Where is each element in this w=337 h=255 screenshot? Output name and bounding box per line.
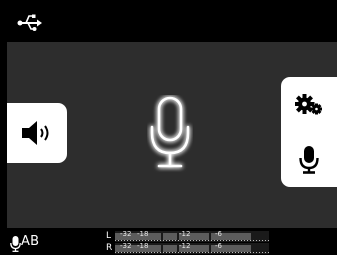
meter-tick: -6 <box>215 230 222 238</box>
meter-tick: -12 <box>179 230 191 238</box>
speaker-volume-icon <box>22 121 49 145</box>
microphone-icon <box>10 236 21 252</box>
right-panel <box>281 77 337 187</box>
usb-icon[interactable] <box>17 10 43 36</box>
channel-label-left: L <box>106 231 112 241</box>
gears-icon[interactable] <box>295 92 323 116</box>
meter-tick: -12 <box>179 242 191 250</box>
input-source-label: AB <box>21 234 40 249</box>
meter-tick: -18 <box>137 230 149 238</box>
microphone-icon[interactable] <box>299 146 319 174</box>
speaker-button[interactable] <box>7 103 67 163</box>
meter-tick: -32 <box>120 230 132 238</box>
meter-tick: -6 <box>215 242 222 250</box>
meter-tick: -18 <box>137 242 149 250</box>
level-meter-right: -32 -18 -12 -6 <box>115 243 269 254</box>
microphone-icon[interactable] <box>147 95 193 173</box>
top-bar <box>0 0 337 42</box>
channel-label-right: R <box>106 243 113 253</box>
meter-tick: -32 <box>120 242 132 250</box>
level-meter-left: -32 -18 -12 -6 <box>115 231 269 242</box>
